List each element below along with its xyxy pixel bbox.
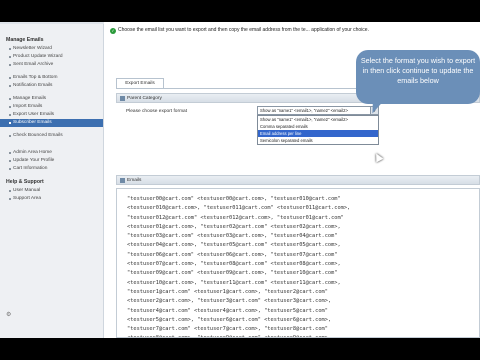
sidebar-item-label: Update Your Profile <box>13 158 55 163</box>
sidebar-item-label: Sent Email Archive <box>13 62 54 67</box>
sidebar-top-strip <box>0 22 104 24</box>
sidebar-item-newsletter-wizard[interactable]: Newsletter Wizard <box>0 45 103 53</box>
emails-textarea[interactable]: "testuser00@cart.com" <testuser00@cart.c… <box>116 188 480 338</box>
sidebar-item-export-user-emails[interactable]: Export User Emails <box>0 111 103 119</box>
sidebar-item-product-update-wizard[interactable]: Product Update Wizard <box>0 53 103 61</box>
bullet-icon <box>9 168 11 170</box>
bullet-icon <box>9 190 11 192</box>
select-value: Show as "name1" <email1>, "name2" <email… <box>260 108 348 113</box>
dropdown-option[interactable]: Semicolon separated emails <box>258 137 378 144</box>
checkmark-icon: ✓ <box>110 28 116 34</box>
sidebar-item-label: Emails Top & Bottom <box>13 75 58 80</box>
sidebar-item-label: Product Update Wizard <box>13 54 63 59</box>
sidebar-item-emails-top-bottom[interactable]: Emails Top & Bottom <box>0 74 103 82</box>
panel-icon <box>120 96 125 101</box>
export-format-select[interactable]: Show as "name1" <email1>, "name2" <email… <box>257 106 379 115</box>
sidebar-item-cart-information[interactable]: Cart Information <box>0 165 103 173</box>
bullet-icon <box>9 64 11 66</box>
instruction-label: Choose the email list you want to export… <box>118 27 369 33</box>
sidebar-item-label: Import Emails <box>13 104 43 109</box>
sidebar-item-label: Newsletter Wizard <box>13 46 52 51</box>
tutorial-callout: Select the format you wish to export in … <box>356 50 480 104</box>
sidebar-item-admin-area-home[interactable]: Admin Area Home <box>0 149 103 157</box>
sidebar-item-import-emails[interactable]: Import Emails <box>0 103 103 111</box>
browser-viewport: Manage Emails Newsletter Wizard Product … <box>0 22 480 338</box>
sidebar-item-subscriber-emails[interactable]: Subscriber Emails <box>0 119 103 127</box>
main-content: ✓ Choose the email list you want to expo… <box>108 22 480 338</box>
sidebar-item-label: Subscriber Emails <box>13 120 52 125</box>
emails-content: "testuser00@cart.com" <testuser00@cart.c… <box>127 196 351 337</box>
sidebar-item-label: Manage Emails <box>13 96 47 101</box>
bullet-icon <box>9 77 11 79</box>
dropdown-option-selected[interactable]: Email address per line <box>258 130 378 137</box>
sidebar-item-check-bounced-emails[interactable]: Check Bounced Emails <box>0 132 103 140</box>
bullet-icon <box>9 122 11 124</box>
sidebar-item-label: Support Area <box>13 196 42 201</box>
admin-sidebar: Manage Emails Newsletter Wizard Product … <box>0 22 104 338</box>
bullet-icon <box>9 114 11 116</box>
export-format-label: Please choose export format <box>126 109 188 114</box>
bullet-icon <box>9 152 11 154</box>
video-frame: Manage Emails Newsletter Wizard Product … <box>0 0 480 360</box>
sidebar-item-user-manual[interactable]: User Manual <box>0 187 103 195</box>
sidebar-item-label: User Manual <box>13 188 41 193</box>
export-format-dropdown: Show as "name1" <email1>, "name2" <email… <box>257 115 379 145</box>
sidebar-item-support-area[interactable]: Support Area <box>0 195 103 203</box>
sidebar-item-label: Notification Emails <box>13 83 53 88</box>
settings-icon[interactable]: ⚙ <box>6 311 11 318</box>
dropdown-option[interactable]: Show as "name1" <email1>, "name2" <email… <box>258 116 378 123</box>
sidebar-item-sent-email-archive[interactable]: Sent Email Archive <box>0 61 103 69</box>
sidebar-item-notification-emails[interactable]: Notification Emails <box>0 82 103 90</box>
emails-label: Emails <box>127 178 142 183</box>
bullet-icon <box>9 85 11 87</box>
sidebar-item-update-your-profile[interactable]: Update Your Profile <box>0 157 103 165</box>
bullet-icon <box>9 48 11 50</box>
sidebar-heading-manage-emails: Manage Emails <box>6 37 44 43</box>
sidebar-item-label: Check Bounced Emails <box>13 133 63 138</box>
bullet-icon <box>9 98 11 100</box>
bullet-icon <box>9 198 11 200</box>
sidebar-item-label: Admin Area Home <box>13 150 52 155</box>
sidebar-heading-help-support: Help & Support <box>6 179 44 185</box>
mouse-cursor-icon <box>372 151 384 163</box>
bullet-icon <box>9 135 11 137</box>
bullet-icon <box>9 160 11 162</box>
bullet-icon <box>9 106 11 108</box>
sidebar-item-label: Export User Emails <box>13 112 55 117</box>
sidebar-item-label: Cart Information <box>13 166 48 171</box>
emails-header: Emails <box>116 175 480 185</box>
sidebar-item-manage-emails[interactable]: Manage Emails <box>0 95 103 103</box>
dropdown-option[interactable]: Comma separated emails <box>258 123 378 130</box>
panel-icon <box>120 178 125 183</box>
parent-category-label: Parent Category <box>127 96 162 101</box>
instruction-text: ✓ Choose the email list you want to expo… <box>110 27 378 34</box>
bullet-icon <box>9 56 11 58</box>
